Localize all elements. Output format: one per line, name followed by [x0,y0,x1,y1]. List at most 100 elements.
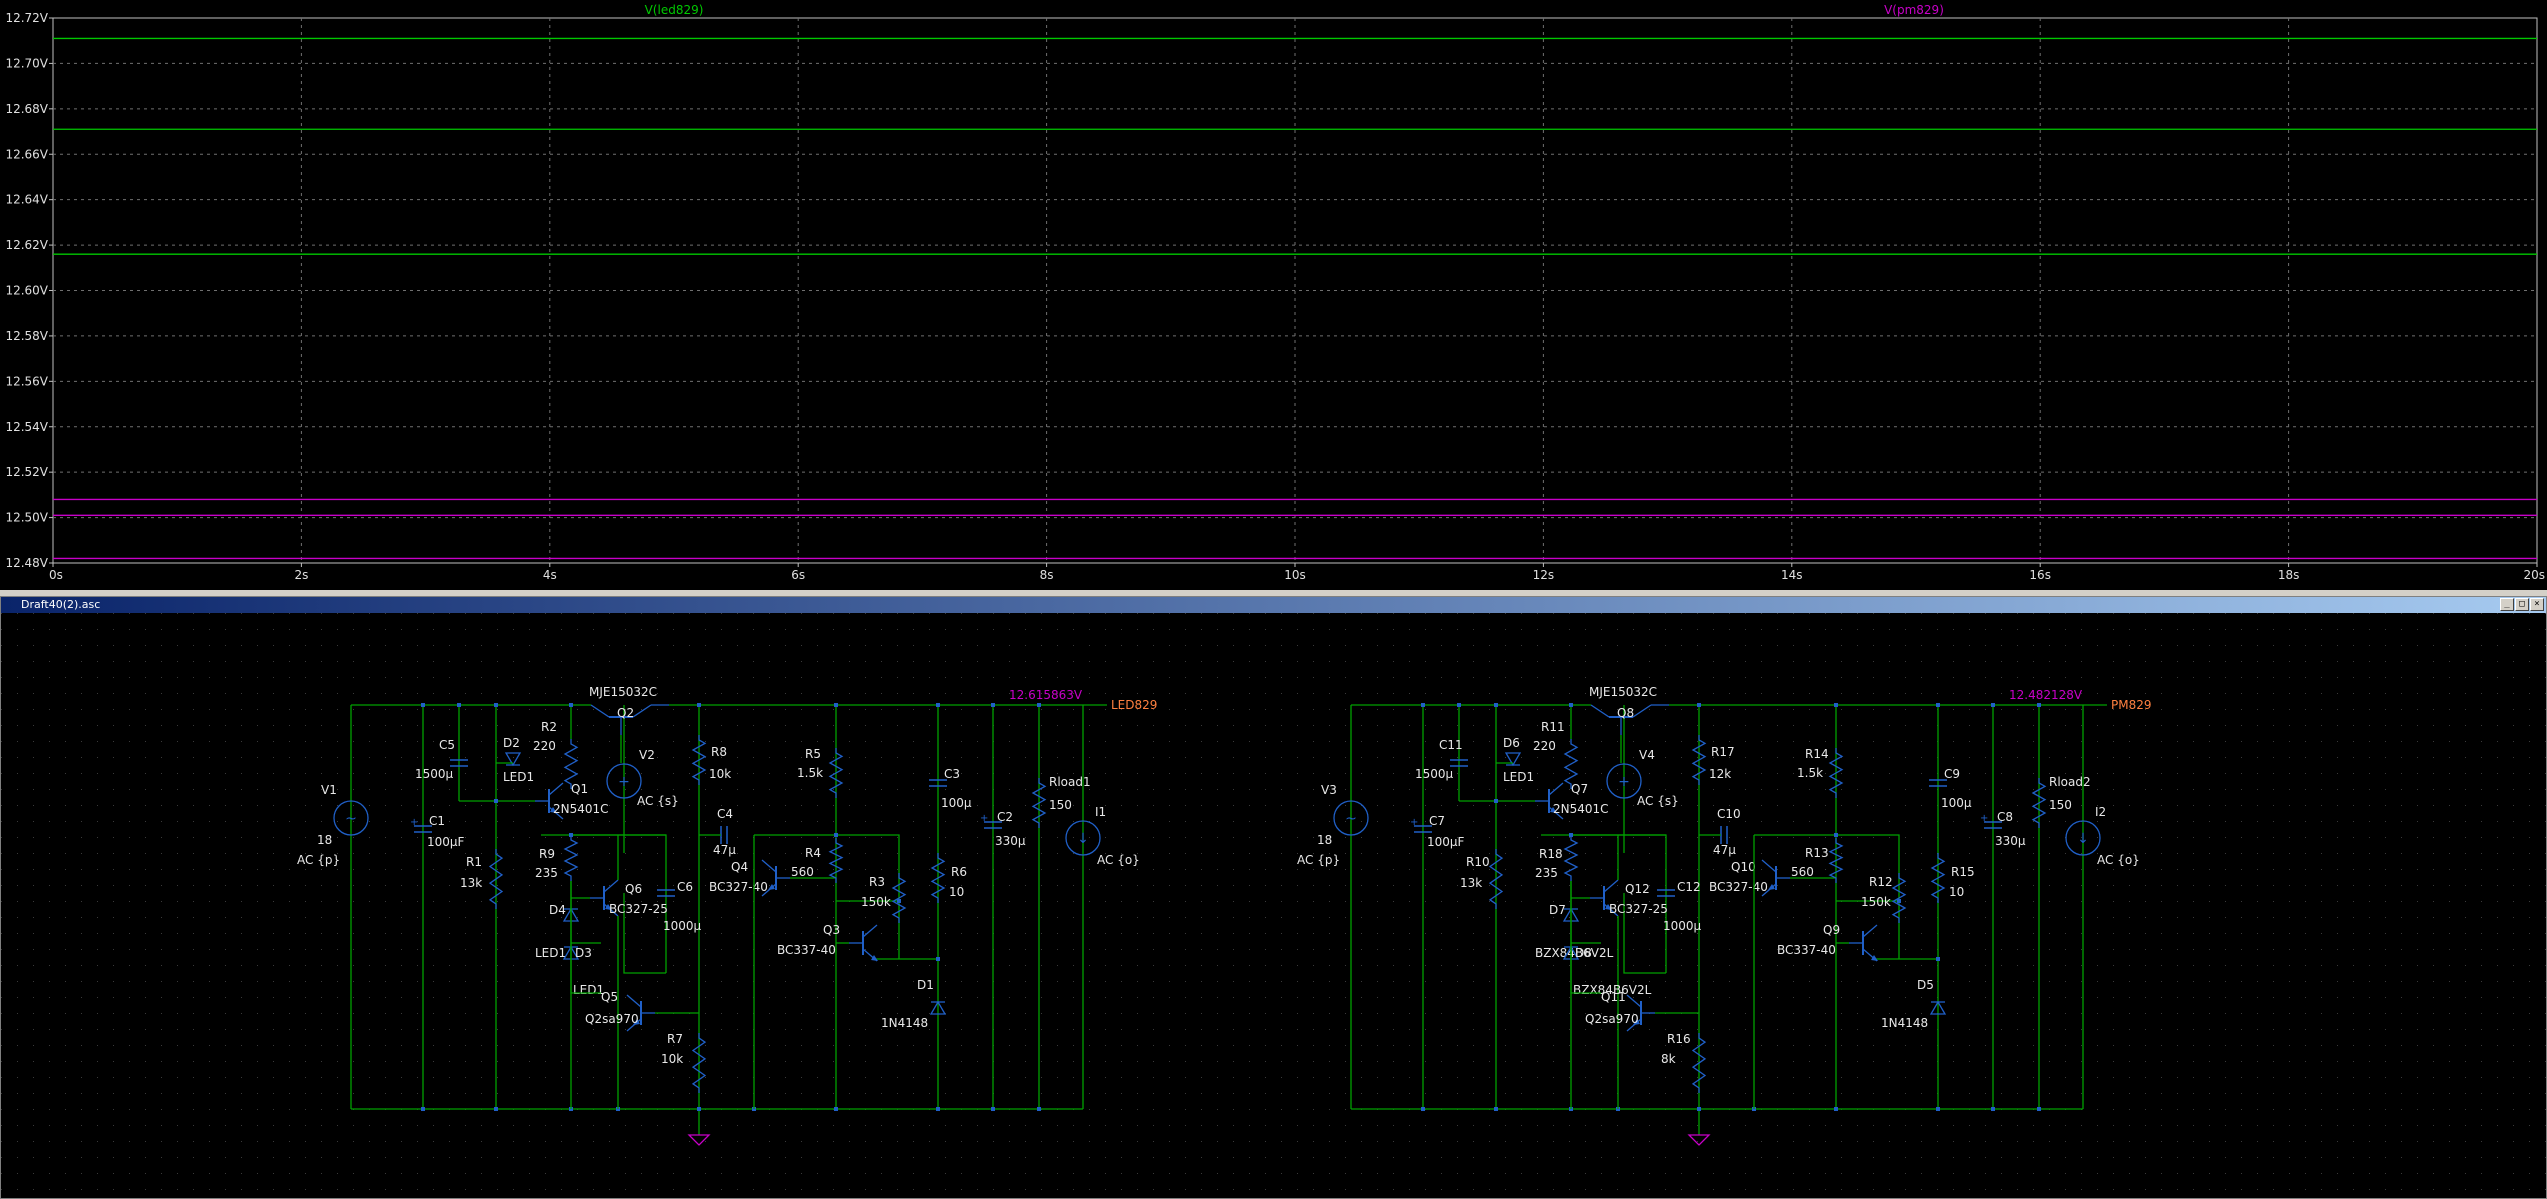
trace-label-led829[interactable]: V(led829) [645,3,704,17]
junction [697,703,701,707]
value-r4: 560 [791,865,814,879]
label-rload: Rload2 [2049,775,2091,789]
y-tick-label: 12.70V [5,56,48,70]
junction [569,703,573,707]
label-r8: R17 [1711,745,1735,759]
label-c1: C1 [429,814,445,828]
junction [991,703,995,707]
trace-label-pm829[interactable]: V(pm829) [1884,3,1944,17]
label-r7: R16 [1667,1032,1691,1046]
junction [991,1107,995,1111]
label-r3: R3 [869,875,885,889]
label-top-transistor: MJE15032C [589,685,657,699]
x-tick-label: 16s [2029,568,2051,582]
value-r8: 12k [1709,767,1731,781]
value-c3: 100µ [941,796,972,810]
schematic-canvas[interactable]: ~ V1 18 AC {p} + C1 100µF C5 1500µ R1 13k D2 LED1 R2 2… [1,613,2546,1198]
value-d2: LED1 [503,770,534,784]
junction [1991,703,1995,707]
junction [1569,703,1573,707]
junction [1834,703,1838,707]
y-tick-label: 12.50V [5,511,48,525]
net-voltage: 12.482128V [2009,688,2083,702]
junction [1494,799,1498,803]
source-symbol: ↓ [2077,831,2089,847]
maximize-button[interactable]: □ [2515,598,2529,611]
schematic-title-bar[interactable]: Draft40(2).asc _ □ × [1,597,2546,613]
value-r6: 10 [949,885,964,899]
value-v2: AC {s} [1637,794,1679,808]
value-i: AC {o} [1097,853,1140,867]
label-c6: C6 [677,880,693,894]
schematic-window[interactable]: Draft40(2).asc _ □ × ~ V1 18 AC {p} + C1 100µF… [0,596,2547,1199]
label-q4: Q10 [1731,860,1756,874]
value-v1: 18 [317,833,332,847]
value-c4: 47µ [713,843,736,857]
x-tick-label: 4s [543,568,557,582]
x-tick-label: 14s [1781,568,1803,582]
label-c1: C7 [1429,814,1445,828]
label-v1: V1 [321,783,337,797]
source-symbol: ~ [345,811,357,827]
schematic-window-title: Draft40(2).asc [21,598,101,611]
label-c6: C12 [1677,880,1701,894]
label-q6: Q6 [625,882,642,896]
junction [897,899,901,903]
label-d4: D7 [1549,903,1566,917]
net-voltage: 12.615863V [1009,688,1083,702]
value-i: AC {o} [2097,853,2140,867]
net-name: LED829 [1111,698,1157,712]
waveform-plot[interactable]: 12.72V 12.70V 12.68V 12.66V 12.64V 12.62V 12.6… [0,0,2547,590]
x-tick-label: 12s [1533,568,1555,582]
label-rload: Rload1 [1049,775,1091,789]
label-q6: Q12 [1625,882,1650,896]
value-r2: 220 [1533,739,1556,753]
polarity-mark: + [980,813,988,824]
x-tick-label: 20s [2523,568,2545,582]
y-tick-label: 12.58V [5,329,48,343]
polarity-mark: + [410,817,418,828]
value-rload: 150 [1049,798,1072,812]
x-tick-label: 0s [49,568,63,582]
value-q6: BC327-25 [609,902,668,916]
junction [1457,703,1461,707]
label-q2: Q8 [1617,706,1634,720]
y-tick-label: 12.62V [5,238,48,252]
value-q4: BC327-40 [1709,880,1768,894]
value-r9: 235 [1535,866,1558,880]
label-q1: Q1 [571,782,588,796]
label-c5: C5 [439,738,455,752]
junction [421,703,425,707]
y-tick-label: 12.54V [5,420,48,434]
x-axis-ticks: 0s 2s 4s 6s 8s 10s 12s 14s 16s 18s 20s [49,563,2545,582]
value-rload: 150 [2049,798,2072,812]
label-q2: Q2 [617,706,634,720]
value-r1: 13k [460,876,482,890]
x-tick-label: 6s [791,568,805,582]
value-c1: 100µF [427,835,465,849]
label-c3: C3 [944,767,960,781]
junction [1697,1107,1701,1111]
label-r4: R13 [1805,846,1829,860]
label-q3: Q3 [823,923,840,937]
waveform-plot-pane[interactable]: 12.72V 12.70V 12.68V 12.66V 12.64V 12.62V 12.6… [0,0,2547,595]
junction [1494,703,1498,707]
junction [1834,833,1838,837]
label-c3: C9 [1944,767,1960,781]
source-symbol: + [1618,774,1630,790]
label-q4: Q4 [731,860,748,874]
junction [1936,957,1940,961]
value-q1: 2N5401C [1553,802,1609,816]
value-q1: 2N5401C [553,802,609,816]
value-d1: 1N4148 [881,1016,928,1030]
minimize-button[interactable]: _ [2500,598,2514,611]
value-r5: 1.5k [1797,766,1823,780]
x-tick-label: 2s [294,568,308,582]
value-r1: 13k [1460,876,1482,890]
label-r6: R6 [951,865,967,879]
value-v1-ac: AC {p} [1297,853,1340,867]
junction [569,833,573,837]
label-r3: R12 [1869,875,1893,889]
label-r4: R4 [805,846,821,860]
close-button[interactable]: × [2530,598,2544,611]
